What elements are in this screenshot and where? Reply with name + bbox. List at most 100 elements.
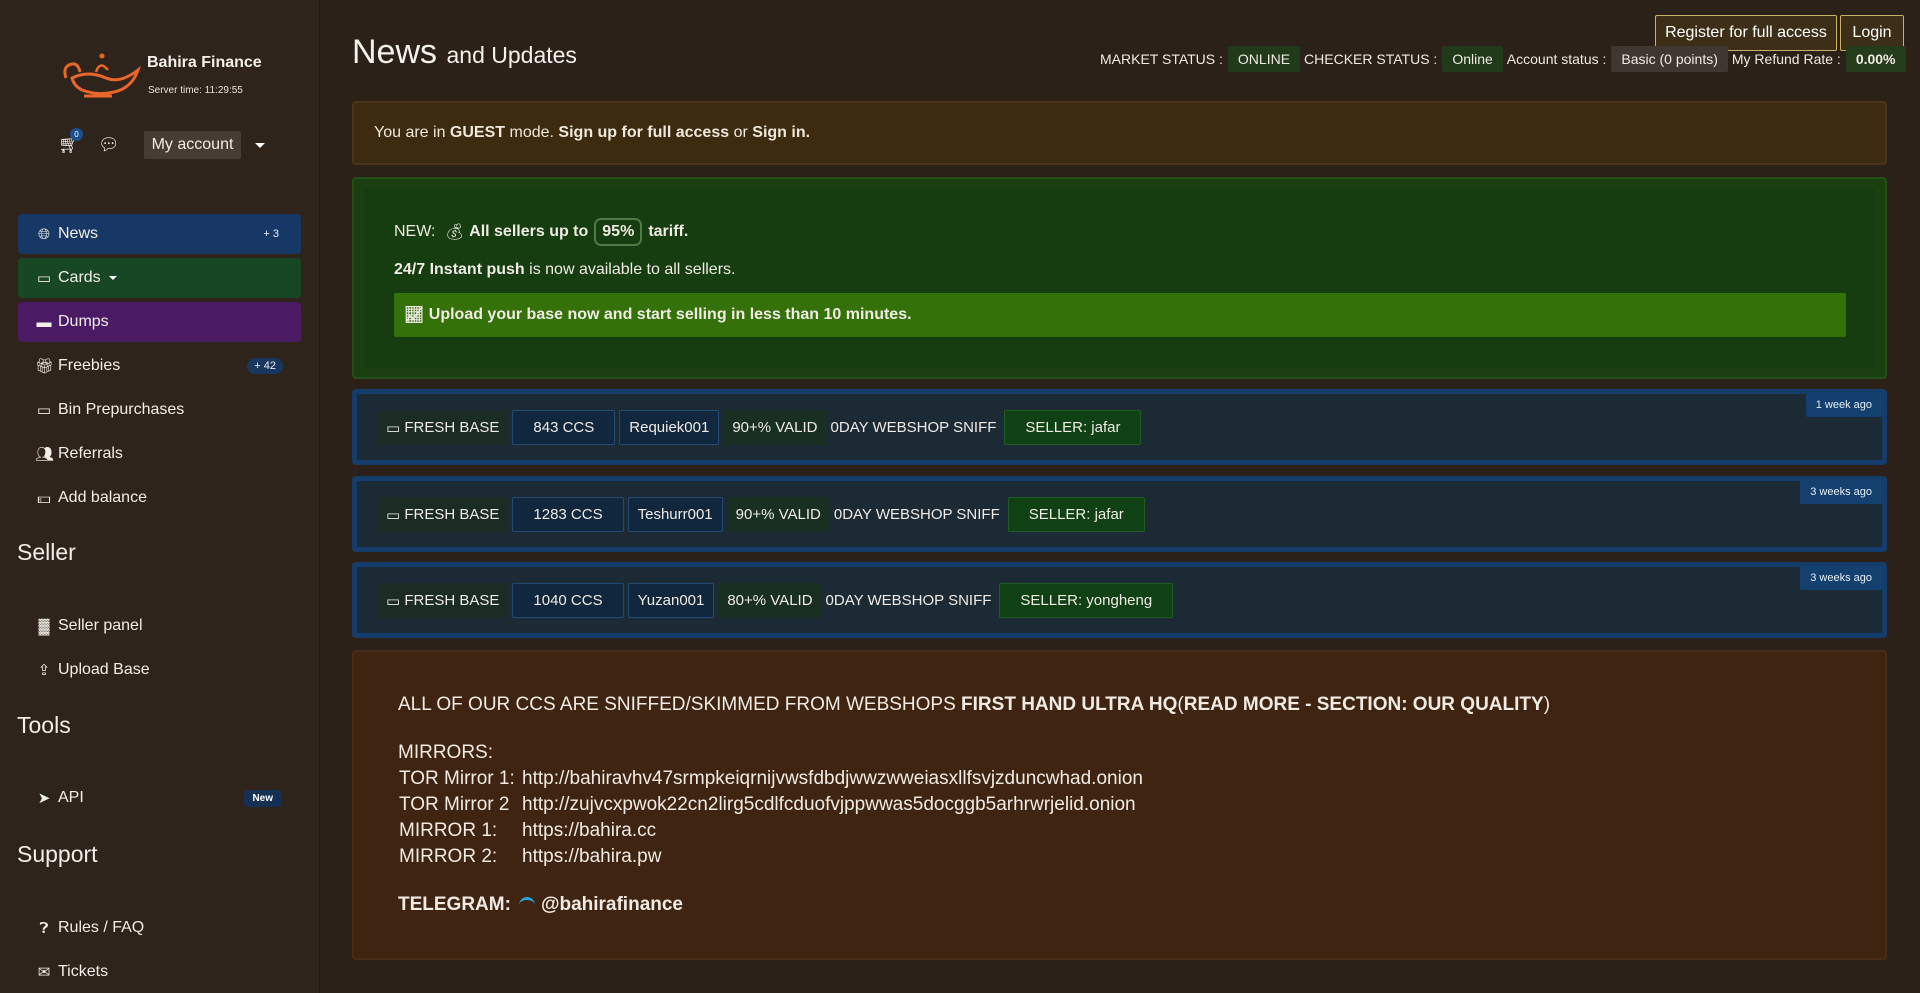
sidebar-item-rules-faq[interactable]: ❓︎ Rules / FAQ (18, 908, 301, 948)
credit-card-icon: ▭ (386, 592, 401, 610)
mirror-label: MIRROR 2: (399, 846, 498, 867)
sidebar-item-add-balance[interactable]: 💵︎ Add balance (18, 478, 301, 518)
base-card-row: ▭ FRESH BASE 1040 CCS Yuzan001 80+% VALI… (377, 583, 1177, 618)
promo-line-2: 24/7 Instant push is now available to al… (394, 261, 735, 279)
sidebar-item-news[interactable]: 🌐︎ News + 3 (18, 214, 301, 254)
mirror-label: MIRROR 1: (399, 820, 498, 841)
globe-icon: 🌐︎ (37, 225, 50, 243)
promo-push-label: 24/7 Instant push (394, 261, 525, 278)
sidebar-item-label: Cards (58, 269, 101, 286)
telegram-handle[interactable]: @bahirafinance (541, 894, 683, 916)
base-type: ▭ FRESH BASE (377, 583, 509, 618)
base-source: 0DAY WEBSHOP SNIFF (830, 419, 997, 436)
cart-button[interactable]: 🛒︎ 0 (58, 128, 83, 156)
gift-icon: 🎁︎ (35, 358, 55, 375)
my-account-button[interactable]: My account (143, 131, 242, 159)
base-card-row: ▭ FRESH BASE 843 CCS Requiek001 90+% VAL… (377, 410, 1145, 445)
sidebar-item-label: Rules / FAQ (58, 919, 145, 936)
guest-text: . (805, 124, 811, 141)
credit-card-icon: ▭ (36, 270, 52, 287)
quality-text: ) (1543, 694, 1551, 715)
base-card-inner: ▭ FRESH BASE 1283 CCS Teshurr001 90+% VA… (357, 481, 1882, 547)
signin-link[interactable]: Sign in (752, 124, 805, 142)
sidebar-item-cards[interactable]: ▭ Cards (18, 258, 301, 298)
signup-link[interactable]: Sign up for full access (558, 124, 729, 142)
credit-card-icon: ▭ (36, 402, 52, 419)
sidebar-item-label: Add balance (58, 489, 147, 506)
market-status-label: MARKET STATUS : (1100, 51, 1223, 67)
mirror-url[interactable]: http://bahiravhv47srmpkeiqrnijvwsfdbdjww… (522, 768, 1143, 789)
bar-chart-icon: ▓ (38, 617, 50, 635)
chevron-down-icon[interactable] (255, 142, 266, 148)
freebies-count-badge: + 42 (247, 358, 283, 374)
sidebar-item-upload-base[interactable]: ⇪ Upload Base (18, 650, 301, 690)
promo-inner: NEW: 💰︎ All sellers up to 95% tariff. 24… (364, 187, 1875, 368)
credit-card-icon: ▭ (386, 506, 401, 524)
base-valid: 90+% VALID (723, 410, 827, 445)
sidebar-item-label: Referrals (58, 445, 123, 462)
quality-read-more-link[interactable]: READ MORE - SECTION: OUR QUALITY (1184, 694, 1544, 715)
chevron-down-icon (108, 276, 117, 280)
sidebar-item-label: Tickets (58, 963, 109, 980)
upload-icon: ⇪ (37, 662, 51, 679)
mirror-row: MIRROR 1: https://bahira.cc (399, 820, 656, 842)
chart-line-icon: 📈︎ (404, 307, 425, 324)
base-name: Requiek001 (619, 410, 720, 445)
account-row: 🛒︎ 0 💬︎ My account (58, 128, 266, 159)
base-seller[interactable]: SELLER: jafar (1004, 410, 1142, 445)
money-icon: 💵︎ (37, 489, 51, 507)
base-card-inner: ▭ FRESH BASE 843 CCS Requiek001 90+% VAL… (357, 394, 1882, 460)
quality-text: ALL OF OUR CCS ARE SNIFFED/SKIMMED FROM … (398, 694, 956, 715)
mirror-row: MIRROR 2: https://bahira.pw (399, 846, 661, 868)
base-card[interactable]: ▭ FRESH BASE 1283 CCS Teshurr001 90+% VA… (352, 476, 1887, 552)
promo-line-1: NEW: 💰︎ All sellers up to 95% tariff. (394, 218, 688, 246)
base-card[interactable]: ▭ FRESH BASE 843 CCS Requiek001 90+% VAL… (352, 389, 1887, 465)
tariff-percent: 95% (594, 218, 643, 246)
sidebar-item-dumps[interactable]: ▬ Dumps (18, 302, 301, 342)
card-reader-icon: ▬ (36, 313, 52, 331)
sidebar-item-referrals[interactable]: 👥︎ Referrals (18, 434, 301, 474)
guest-banner: You are in GUEST mode. Sign up for full … (352, 101, 1887, 165)
base-time-badge: 3 weeks ago (1800, 566, 1882, 590)
base-seller[interactable]: SELLER: jafar (1007, 497, 1145, 532)
checker-status-label: CHECKER STATUS : (1304, 51, 1438, 67)
brand-name: Bahira Finance (147, 54, 262, 71)
guest-text: You are in (374, 124, 446, 141)
chat-icon[interactable]: 💬︎ (98, 135, 120, 155)
sidebar-item-label: Dumps (58, 313, 109, 330)
mirror-url[interactable]: http://zujvcxpwok22cn2lirg5cdlfcduofvjpp… (522, 794, 1136, 815)
guest-text: mode. (509, 124, 554, 141)
base-ccs: 1283 CCS (512, 497, 624, 532)
promo-text: All sellers up to (469, 223, 589, 240)
sidebar-item-seller-panel[interactable]: ▓ Seller panel (18, 606, 301, 646)
telegram-label: TELEGRAM: (398, 894, 511, 915)
sidebar-item-tickets[interactable]: ✉︎ Tickets (18, 952, 301, 992)
base-type-label: FRESH BASE (404, 506, 500, 523)
upload-cta[interactable]: 📈︎ Upload your base now and start sellin… (394, 293, 1846, 337)
sidebar-item-label: Freebies (58, 357, 121, 374)
seller-heading: Seller (17, 539, 76, 565)
base-time-badge: 1 week ago (1805, 393, 1882, 417)
page-title-sub: and Updates (446, 42, 577, 68)
sidebar-item-label: News (58, 225, 99, 242)
guest-text: or (733, 124, 748, 141)
refund-rate-label: My Refund Rate : (1731, 51, 1841, 67)
base-card-inner: ▭ FRESH BASE 1040 CCS Yuzan001 80+% VALI… (357, 567, 1882, 633)
base-type: ▭ FRESH BASE (377, 497, 509, 532)
sidebar-item-bin-prepurchases[interactable]: ▭ Bin Prepurchases (18, 390, 301, 430)
mirror-url[interactable]: https://bahira.pw (522, 846, 661, 867)
mirror-row: TOR Mirror 1: http://bahiravhv47srmpkeiqr… (399, 768, 1143, 790)
new-badge: New (244, 789, 281, 807)
base-seller[interactable]: SELLER: yongheng (999, 583, 1174, 618)
sidebar-item-api[interactable]: ➤ API New (18, 778, 301, 818)
telegram-row: TELEGRAM: @bahirafinance (398, 894, 683, 916)
base-card[interactable]: ▭ FRESH BASE 1040 CCS Yuzan001 80+% VALI… (352, 562, 1887, 638)
support-heading: Support (17, 841, 98, 867)
promo-text: tariff. (648, 223, 689, 240)
mirror-label: TOR Mirror 1: (399, 768, 515, 789)
checker-status-value: Online (1442, 46, 1503, 72)
sidebar-item-freebies[interactable]: 🎁︎ Freebies + 42 (18, 346, 301, 386)
brand-logo[interactable]: Bahira Finance Server time: 11:29:55 (58, 48, 262, 100)
base-source: 0DAY WEBSHOP SNIFF (833, 506, 1000, 523)
mirror-url[interactable]: https://bahira.cc (522, 820, 656, 841)
